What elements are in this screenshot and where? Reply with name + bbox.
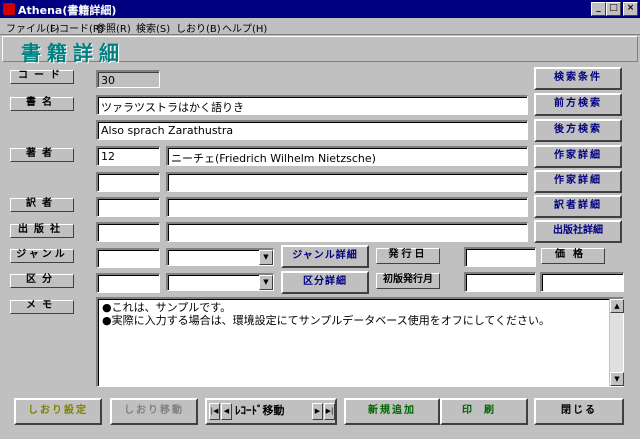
menu-bookmark[interactable]: しおり(B) xyxy=(176,20,221,35)
publisher-name-field[interactable] xyxy=(166,222,528,242)
label-issue-date: 発行日 xyxy=(376,248,440,264)
label-publisher: 出版社 xyxy=(10,224,74,238)
prev-search-button[interactable]: 前方検索 xyxy=(534,93,622,116)
scroll-down-icon[interactable]: ▼ xyxy=(610,372,624,386)
bookmark-move-button[interactable]: しおり移動 xyxy=(110,398,198,425)
first-record-icon[interactable]: |◀ xyxy=(209,403,220,420)
menu-bar: ファイル(F) レコード(R) 参照(R) 検索(S) しおり(B) ヘルプ(H… xyxy=(0,18,640,35)
search-condition-button[interactable]: 検索条件 xyxy=(534,67,622,90)
scroll-up-icon[interactable]: ▲ xyxy=(610,299,624,313)
author2-id-field[interactable] xyxy=(96,172,160,192)
last-record-icon[interactable]: ▶| xyxy=(324,403,335,420)
category-code-field[interactable] xyxy=(96,273,160,293)
category-detail-button[interactable]: 区分詳細 xyxy=(281,271,369,294)
author-name-field[interactable]: ニーチェ(Friedrich Wilhelm Nietzsche) xyxy=(166,146,528,166)
label-price: 価格 xyxy=(541,248,605,264)
app-icon[interactable] xyxy=(3,3,15,15)
author2-name-field[interactable] xyxy=(166,172,528,192)
memo-scrollbar[interactable]: ▲ ▼ xyxy=(609,299,624,386)
label-code: コード xyxy=(10,70,74,84)
record-navigator: |◀ ◀ ﾚｺｰﾄﾞ移動 ▶ ▶| xyxy=(205,398,337,425)
memo-line: ●実際に入力する場合は、環境設定にてサンプルデータベース使用をオフにしてください… xyxy=(102,314,551,327)
label-translator: 訳者 xyxy=(10,198,74,212)
title-field[interactable]: ツァラツストラはかく語りき xyxy=(96,95,528,115)
page-title: 書籍詳細 xyxy=(21,41,125,65)
label-genre: ジャンル xyxy=(10,249,74,263)
genre-detail-button[interactable]: ジャンル詳細 xyxy=(281,245,369,268)
maximize-button[interactable]: □ xyxy=(606,2,621,16)
bookmark-set-button[interactable]: しおり設定 xyxy=(14,398,102,425)
minimize-button[interactable]: _ xyxy=(591,2,606,16)
first-issue-month-field[interactable] xyxy=(464,272,536,292)
new-add-button[interactable]: 新規追加 xyxy=(344,398,440,425)
chevron-down-icon[interactable]: ▼ xyxy=(259,275,273,290)
close-window-button[interactable]: × xyxy=(623,2,638,16)
publisher-detail-button[interactable]: 出版社詳細 xyxy=(534,220,622,243)
author-detail-button[interactable]: 作家詳細 xyxy=(534,145,622,168)
label-title: 書名 xyxy=(10,97,74,111)
translator-name-field[interactable] xyxy=(166,197,528,217)
genre-select[interactable]: ▼ xyxy=(166,248,274,266)
label-author: 著者 xyxy=(10,148,74,162)
memo-line: ●これは、サンプルです。 xyxy=(102,301,232,314)
page-heading-panel: 書籍詳細 xyxy=(2,36,638,65)
menu-search[interactable]: 検索(S) xyxy=(136,20,170,35)
publisher-id-field[interactable] xyxy=(96,222,160,242)
translator-id-field[interactable] xyxy=(96,197,160,217)
original-title-field[interactable]: Also sprach Zarathustra xyxy=(96,120,528,140)
chevron-down-icon[interactable]: ▼ xyxy=(259,250,273,265)
next-search-button[interactable]: 後方検索 xyxy=(534,119,622,142)
menu-help[interactable]: ヘルプ(H) xyxy=(222,20,267,35)
genre-code-field[interactable] xyxy=(96,248,160,268)
label-first-issue-month: 初版発行月 xyxy=(376,273,440,289)
author2-detail-button[interactable]: 作家詳細 xyxy=(534,170,622,193)
issue-date-field[interactable] xyxy=(464,247,536,267)
translator-detail-button[interactable]: 訳者詳細 xyxy=(534,195,622,218)
label-memo: メモ xyxy=(10,300,74,314)
title-bar[interactable]: Athena(書籍詳細) _ □ × xyxy=(0,0,640,18)
price-field[interactable] xyxy=(540,272,624,292)
print-button[interactable]: 印刷 xyxy=(440,398,528,425)
menu-reference[interactable]: 参照(R) xyxy=(96,20,131,35)
next-record-icon[interactable]: ▶ xyxy=(312,403,323,420)
prev-record-icon[interactable]: ◀ xyxy=(221,403,232,420)
category-select[interactable]: ▼ xyxy=(166,273,274,291)
window-title: Athena(書籍詳細) xyxy=(18,4,117,17)
close-button[interactable]: 閉じる xyxy=(534,398,624,425)
code-field[interactable]: 30 xyxy=(96,70,160,88)
author-id-field[interactable]: 12 xyxy=(96,146,160,166)
label-category: 区分 xyxy=(10,274,74,288)
memo-textarea[interactable]: ●これは、サンプルです。 ●実際に入力する場合は、環境設定にてサンプルデータベー… xyxy=(96,297,624,387)
record-move-label: ﾚｺｰﾄﾞ移動 xyxy=(235,404,285,417)
